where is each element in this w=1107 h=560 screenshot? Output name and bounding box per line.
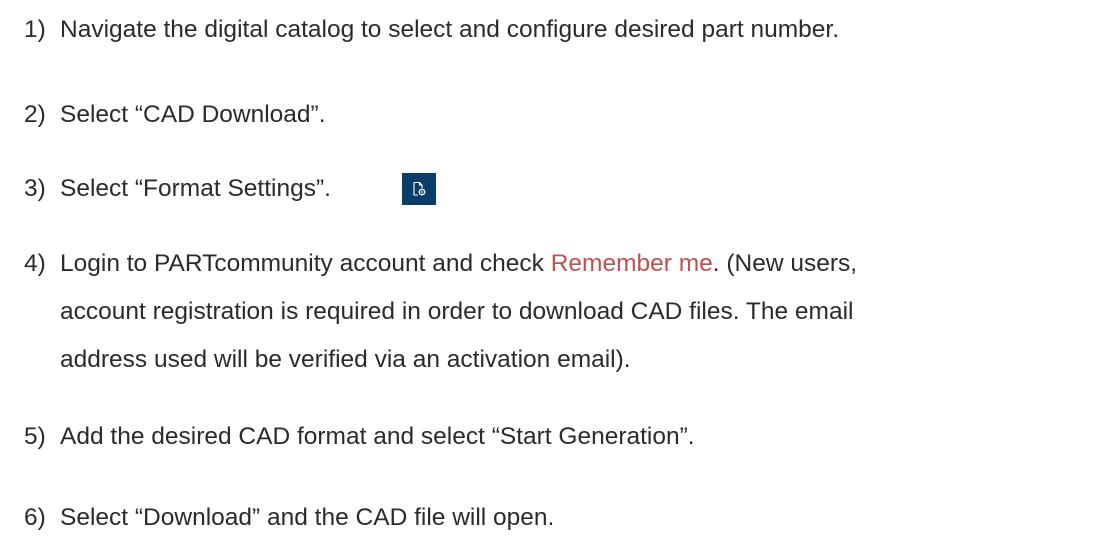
step-number: 5)	[24, 423, 46, 450]
step-text-segment: . (New users,	[712, 250, 858, 277]
format-settings-button[interactable]	[402, 173, 436, 205]
step-number: 2)	[24, 101, 46, 128]
step-number: 4)	[24, 250, 46, 277]
file-settings-icon	[413, 181, 426, 196]
step-text: Add the desired CAD format and select “S…	[60, 423, 695, 450]
step-text: Select “Download” and the CAD file will …	[60, 504, 555, 531]
step-text-segment: Login to PARTcommunity account and check	[60, 250, 551, 277]
step-text-line: address used will be verified via an act…	[60, 346, 631, 373]
step-text-line: Login to PARTcommunity account and check…	[60, 240, 857, 288]
step-text: Navigate the digital catalog to select a…	[60, 16, 840, 43]
step-text: Select “CAD Download”.	[60, 101, 326, 128]
step-number: 3)	[24, 175, 46, 202]
step-number: 6)	[24, 504, 46, 531]
remember-me-highlight: Remember me	[550, 250, 713, 277]
step-number: 1)	[24, 16, 46, 43]
step-text: Login to PARTcommunity account and check…	[60, 240, 857, 384]
step-text: Select “Format Settings”.	[60, 175, 331, 202]
step-text-line: account registration is required in orde…	[60, 298, 854, 325]
